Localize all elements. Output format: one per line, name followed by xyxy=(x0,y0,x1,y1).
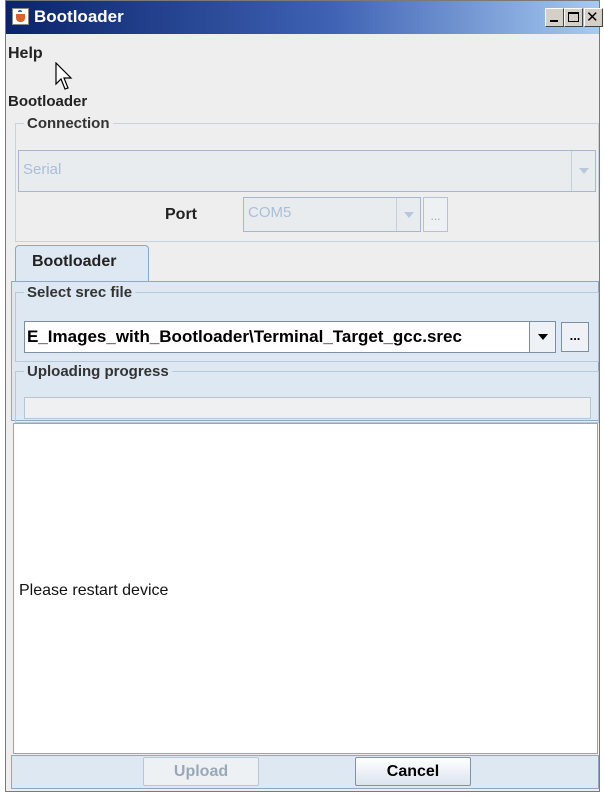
upload-button[interactable]: Upload xyxy=(143,757,259,786)
port-dropdown-button[interactable] xyxy=(396,198,420,231)
log-text: Please restart device xyxy=(19,582,169,599)
chevron-down-icon xyxy=(579,168,589,174)
upload-progress-legend: Uploading progress xyxy=(27,363,169,380)
chevron-down-icon xyxy=(404,211,414,218)
srec-file-dropdown-button[interactable] xyxy=(529,322,555,352)
port-browse-button[interactable]: ... xyxy=(423,197,448,232)
upload-progress-bar xyxy=(24,397,591,419)
title-bar[interactable]: Bootloader ✕ xyxy=(6,1,603,34)
window-title: Bootloader xyxy=(34,7,124,26)
connection-type-combo[interactable]: Serial xyxy=(18,150,596,192)
srec-file-value: E_Images_with_Bootloader\Terminal_Target… xyxy=(27,327,462,346)
srec-file-combo[interactable]: E_Images_with_Bootloader\Terminal_Target… xyxy=(24,321,556,353)
chevron-down-icon xyxy=(538,334,548,340)
minimize-button[interactable] xyxy=(545,8,564,27)
connection-type-value: Serial xyxy=(23,161,62,178)
close-icon: ✕ xyxy=(586,9,599,26)
log-area[interactable]: Please restart device xyxy=(13,423,598,754)
java-cup-icon xyxy=(12,8,29,25)
connection-legend: Connection xyxy=(27,115,110,132)
button-bar xyxy=(11,755,599,789)
maximize-button[interactable] xyxy=(564,8,583,27)
close-button[interactable]: ✕ xyxy=(584,8,603,27)
tab-bootloader-label: Bootloader xyxy=(32,253,117,270)
menu-help[interactable]: Help xyxy=(8,45,43,63)
cancel-button[interactable]: Cancel xyxy=(355,757,471,786)
connection-type-dropdown-button[interactable] xyxy=(571,151,595,191)
port-combo[interactable]: COM5 xyxy=(243,197,421,232)
menu-bar xyxy=(6,34,599,70)
mouse-cursor-icon xyxy=(55,62,73,90)
port-value: COM5 xyxy=(248,204,292,221)
panel-title: Bootloader xyxy=(8,93,88,110)
tab-bootloader[interactable]: Bootloader xyxy=(15,245,149,283)
maximize-icon xyxy=(568,12,579,22)
srec-browse-button[interactable]: ... xyxy=(561,322,589,352)
port-label: Port xyxy=(165,206,197,223)
select-srec-legend: Select srec file xyxy=(27,284,133,301)
minimize-icon xyxy=(550,20,558,22)
